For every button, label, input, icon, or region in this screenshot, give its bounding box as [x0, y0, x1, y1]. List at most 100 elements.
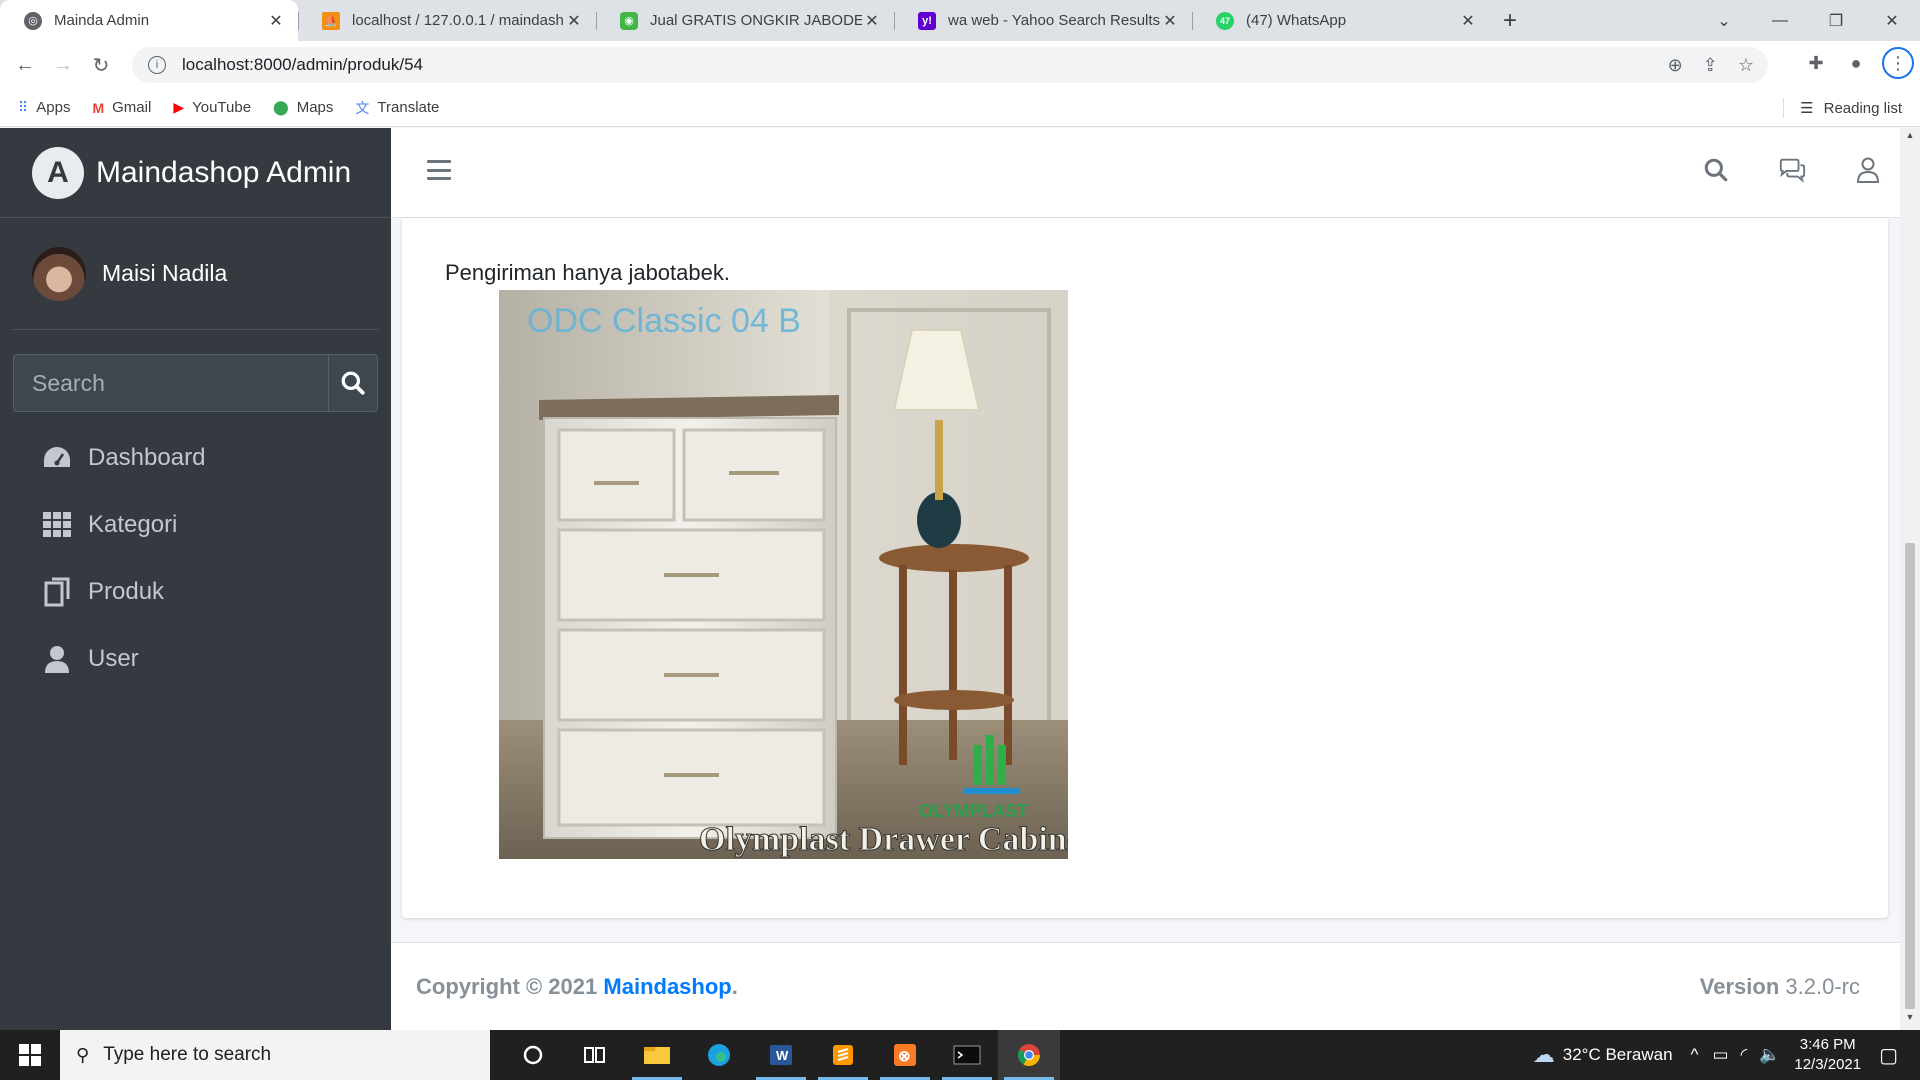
terminal-icon[interactable] — [936, 1030, 998, 1080]
tab-title: wa web - Yahoo Search Results — [948, 12, 1160, 29]
sidebar-item-user[interactable]: User — [0, 625, 391, 692]
bookmark-gmail[interactable]: M Gmail — [92, 99, 151, 116]
new-tab-button[interactable]: + — [1490, 0, 1530, 41]
restore-button[interactable]: ❐ — [1808, 0, 1864, 41]
tab-phpmyadmin[interactable]: ⛵ localhost / 127.0.0.1 / maindasho ✕ — [298, 0, 596, 41]
user-profile-icon[interactable] — [1854, 156, 1882, 184]
wifi-icon[interactable]: ◜ — [1741, 1045, 1748, 1065]
maindashop-link[interactable]: Maindashop — [603, 974, 731, 999]
tab-whatsapp[interactable]: 47 (47) WhatsApp ✕ — [1192, 0, 1490, 41]
page-scrollbar[interactable]: ▲ ▼ — [1900, 128, 1920, 1030]
bookmark-apps[interactable]: ⠿ Apps — [18, 99, 70, 116]
hamburger-menu-icon[interactable] — [427, 160, 451, 180]
bookmark-youtube[interactable]: ▶ YouTube — [173, 99, 251, 116]
apps-grid-icon: ⠿ — [18, 99, 29, 115]
brand-link[interactable]: A Maindashop Admin — [0, 128, 391, 218]
bookmark-translate[interactable]: 文 Translate — [355, 98, 439, 118]
copy-icon — [42, 577, 72, 607]
navbar-search-icon[interactable] — [1702, 156, 1730, 184]
windows-start-button[interactable] — [0, 1030, 60, 1080]
profile-avatar-icon[interactable]: ● — [1842, 49, 1870, 77]
windows-logo-icon — [19, 1044, 41, 1066]
scroll-thumb[interactable] — [1905, 543, 1915, 1009]
sidebar-search — [13, 354, 378, 412]
user-panel: Maisi Nadila — [12, 218, 379, 330]
weather-text[interactable]: 32°C Berawan — [1563, 1045, 1673, 1065]
maps-icon: ⬤ — [273, 99, 289, 115]
scroll-down-arrow-icon[interactable]: ▼ — [1900, 1012, 1920, 1028]
close-window-button[interactable]: ✕ — [1864, 0, 1920, 41]
avatar — [32, 246, 86, 301]
brand-name: Maindashop Admin — [96, 155, 352, 189]
chrome-menu-icon[interactable]: ⋮ — [1882, 47, 1914, 79]
main-footer: Copyright © 2021 Maindashop. Version 3.2… — [391, 942, 1900, 1030]
copyright: Copyright © 2021 Maindashop. — [416, 973, 738, 999]
close-tab-icon[interactable]: ✕ — [862, 11, 882, 31]
share-icon[interactable]: ⇪ — [1703, 55, 1718, 76]
sidebar-item-kategori[interactable]: Kategori — [0, 491, 391, 558]
battery-icon[interactable]: ▭ — [1713, 1045, 1729, 1065]
sidebar-search-button[interactable] — [328, 354, 378, 412]
user-icon — [42, 644, 72, 674]
reload-icon[interactable]: ↻ — [82, 46, 120, 84]
close-tab-icon[interactable]: ✕ — [266, 11, 286, 31]
task-view-icon[interactable] — [564, 1030, 626, 1080]
sidebar-search-input[interactable] — [13, 354, 328, 412]
messages-comments-icon[interactable] — [1778, 156, 1806, 184]
file-explorer-icon[interactable] — [626, 1030, 688, 1080]
sidebar-item-dashboard[interactable]: Dashboard — [0, 424, 391, 491]
word-icon[interactable]: W — [750, 1030, 812, 1080]
url-text[interactable]: localhost:8000/admin/produk/54 — [182, 55, 423, 75]
sublime-text-icon[interactable] — [812, 1030, 874, 1080]
close-tab-icon[interactable]: ✕ — [1458, 11, 1478, 31]
xampp-icon[interactable]: ⊗ — [874, 1030, 936, 1080]
tab-mainda-admin[interactable]: ◎ Mainda Admin ✕ — [0, 0, 298, 41]
window-controls: ⌄ — ❐ ✕ — [1696, 0, 1920, 41]
svg-text:W: W — [776, 1048, 789, 1063]
adminlte-logo-icon: A — [32, 146, 84, 199]
chevron-up-icon[interactable]: ^ — [1691, 1045, 1699, 1065]
taskbar-search-box[interactable]: ⚲ Type here to search — [60, 1030, 490, 1080]
brand-text: OLYMPLAST — [919, 801, 1028, 821]
image-caption: Olymplast Drawer Cabinet — [699, 821, 1068, 858]
reading-list-button[interactable]: ☰ Reading list — [1783, 89, 1902, 127]
tachometer-icon — [42, 443, 72, 473]
tab-title: localhost / 127.0.0.1 / maindasho — [352, 12, 564, 29]
content-wrapper: Pengiriman hanya jabotabek. ODC Classic … — [391, 218, 1900, 940]
forward-arrow-icon[interactable]: → — [44, 46, 82, 84]
tab-tokopedia[interactable]: ◉ Jual GRATIS ONGKIR JABODETAB ✕ — [596, 0, 894, 41]
sidebar-nav: Dashboard Kategori Produk User — [0, 424, 391, 692]
bookmark-maps[interactable]: ⬤ Maps — [273, 99, 333, 116]
url-omnibox[interactable]: i localhost:8000/admin/produk/54 ⊕ ⇪ ☆ — [132, 47, 1768, 83]
product-description: Pengiriman hanya jabotabek. — [445, 260, 730, 285]
sidebar-item-produk[interactable]: Produk — [0, 558, 391, 625]
gmail-icon: M — [92, 99, 105, 116]
clock[interactable]: 3:46 PM 12/3/2021 — [1794, 1035, 1861, 1075]
site-info-icon[interactable]: i — [148, 56, 166, 74]
yahoo-icon: y! — [918, 11, 936, 30]
zoom-icon[interactable]: ⊕ — [1668, 55, 1683, 76]
back-arrow-icon[interactable]: ← — [6, 46, 44, 84]
product-detail-card: Pengiriman hanya jabotabek. ODC Classic … — [402, 218, 1888, 918]
weather-cloud-icon[interactable]: ☁ — [1533, 1042, 1555, 1068]
svg-text:⊗: ⊗ — [898, 1048, 911, 1065]
edge-browser-icon[interactable] — [688, 1030, 750, 1080]
chrome-icon[interactable] — [998, 1030, 1060, 1080]
scroll-up-arrow-icon[interactable]: ▲ — [1900, 130, 1920, 146]
translate-icon: 文 — [355, 99, 370, 116]
top-navbar — [391, 128, 1900, 218]
minimize-button[interactable]: — — [1752, 0, 1808, 41]
extensions-puzzle-icon[interactable]: ✚ — [1802, 49, 1830, 77]
grid-icon — [42, 510, 72, 540]
notification-icon[interactable]: ▢ — [1879, 1043, 1898, 1068]
tab-search-icon[interactable]: ⌄ — [1696, 0, 1752, 41]
close-tab-icon[interactable]: ✕ — [1160, 11, 1180, 31]
close-tab-icon[interactable]: ✕ — [564, 11, 584, 31]
volume-icon[interactable]: 🔈 — [1759, 1045, 1780, 1065]
cortana-icon[interactable] — [502, 1030, 564, 1080]
user-name-link[interactable]: Maisi Nadila — [102, 260, 227, 287]
bookmark-star-icon[interactable]: ☆ — [1738, 55, 1754, 76]
whatsapp-icon: 47 — [1216, 11, 1234, 30]
drawer-cabinet-illustration: ODC Classic 04 B OLYMPLAST Olymplast Dra… — [499, 290, 1068, 859]
tab-yahoo-search[interactable]: y! wa web - Yahoo Search Results ✕ — [894, 0, 1192, 41]
